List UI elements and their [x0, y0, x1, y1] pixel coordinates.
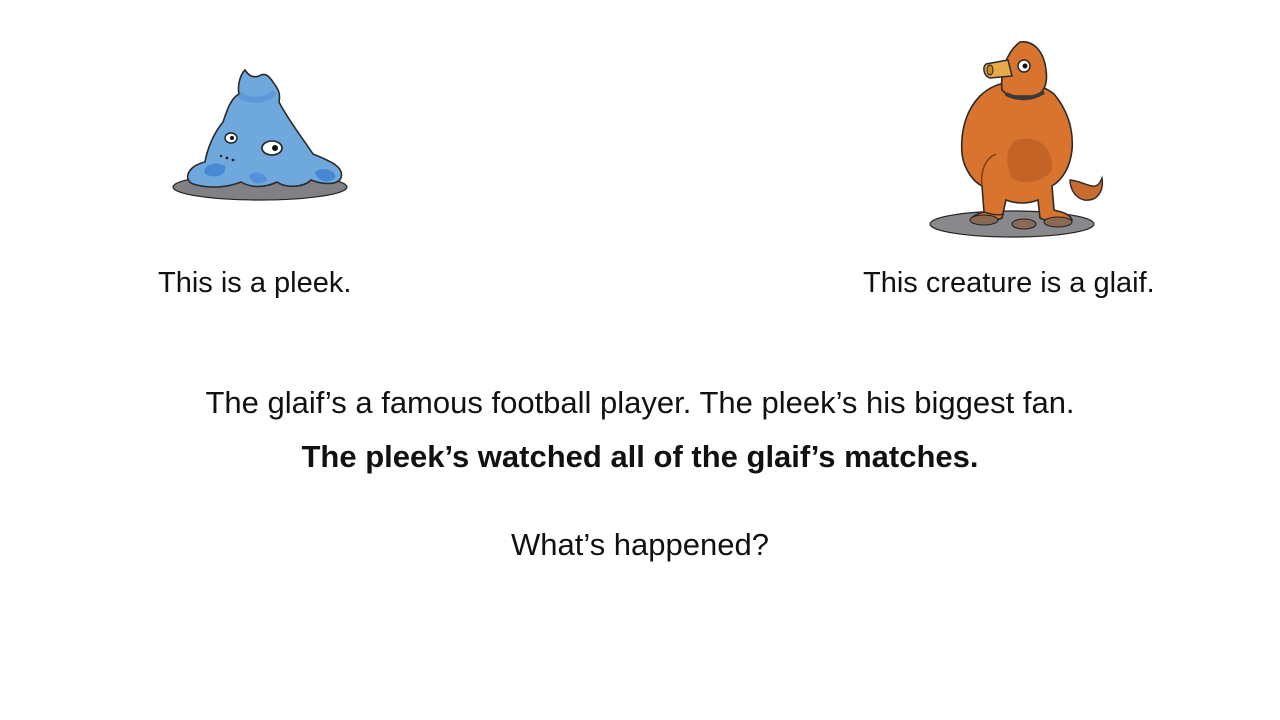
story-context-sentence: The glaif’s a famous football player. Th…	[205, 385, 1075, 420]
pleek-caption: This is a pleek.	[158, 267, 352, 299]
story-target-sentence: The pleek’s watched all of the glaif’s m…	[301, 439, 979, 474]
glaif-caption: This creature is a glaif.	[863, 267, 1155, 299]
story-question: What’s happened?	[511, 527, 769, 562]
slide: This is a pleek. This creature is a glai…	[0, 0, 1280, 720]
glaif-creature-icon	[929, 41, 1104, 238]
pleek-creature-icon	[172, 68, 348, 201]
